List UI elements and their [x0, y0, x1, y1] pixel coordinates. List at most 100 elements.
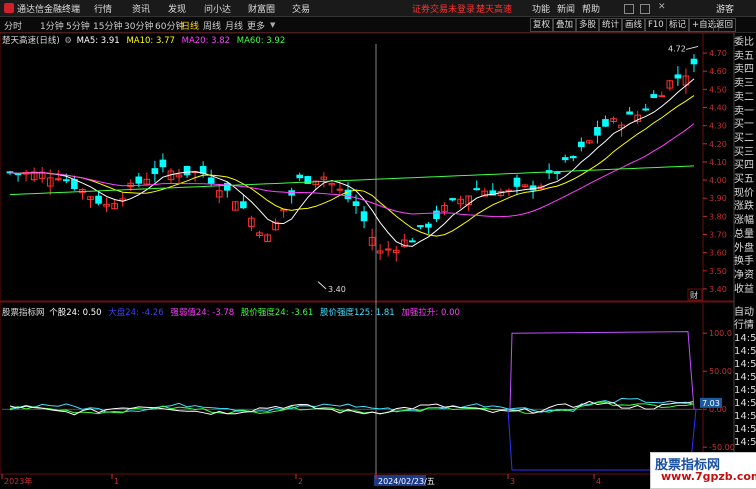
sidebar-label: 买三	[734, 146, 754, 158]
sidebar-label: 买四	[734, 160, 754, 172]
candle-body	[561, 157, 569, 161]
candle-body	[569, 155, 577, 159]
indicator-stock24: 个股24: 0.50	[49, 308, 102, 318]
candle-body	[674, 74, 682, 79]
tick-time: 14:5	[734, 372, 756, 383]
y-tick-label: 4.30	[709, 122, 727, 131]
watermark-url: www.7gpzb.com	[661, 470, 756, 483]
indicator-panel-border	[0, 301, 735, 475]
candle-body	[425, 223, 432, 228]
sidebar-label: 买二	[734, 132, 754, 144]
candle-body	[159, 159, 167, 168]
y-tick-label: 4.20	[709, 140, 727, 149]
x-axis-label: 2023年	[4, 476, 32, 486]
indicator-pricestrength24: 股价强度24: -3.61	[240, 308, 314, 318]
corner-label: 财	[690, 290, 698, 300]
tick-time: 14:5	[734, 437, 756, 448]
indicator-legend: 股票指标网 个股24: 0.50 大盘24: -4.26 强弱值24: -3.7…	[2, 306, 460, 318]
value-badge: 7.03	[702, 399, 720, 408]
kline-chart[interactable]: 4.70 4.60 4.50 4.40 4.30 4.20 4.10 4.00 3.90 3.80…	[0, 0, 756, 487]
candle-body	[336, 188, 344, 191]
y-tick-label: 4.00	[709, 176, 727, 185]
y-tick-label: 3.90	[709, 194, 727, 203]
y-tick-label: 3.50	[709, 267, 727, 276]
x-axis-label: 2	[298, 477, 303, 486]
sidebar-label: 卖一	[734, 105, 754, 117]
candle-body	[296, 174, 304, 179]
sidebar-label: 收益	[734, 283, 754, 295]
indicator-strength24: 强弱值24: -3.78	[170, 308, 235, 318]
candle-body	[602, 119, 609, 127]
tick-time: 14:5	[734, 411, 756, 422]
sidebar-label: 总量	[734, 228, 754, 240]
x-axis-label: 1	[114, 477, 119, 486]
candle-body	[207, 177, 215, 184]
candle-body	[417, 225, 424, 228]
y-tick-label: 4.50	[709, 85, 727, 94]
tick-time: 14:5	[734, 424, 756, 435]
indicator-market24: 大盘24: -4.26	[108, 308, 164, 318]
y-tick-label: 4.60	[709, 67, 727, 76]
candle-body	[650, 94, 658, 98]
candle-body	[352, 201, 360, 206]
sidebar-label: 现价	[734, 187, 754, 199]
candle-body	[409, 240, 416, 243]
candle-body	[199, 166, 207, 174]
candle-body	[473, 188, 481, 191]
candle-body	[360, 211, 368, 222]
sidebar-label: 卖四	[734, 64, 754, 76]
indicator-tick-label: 50.00	[709, 367, 732, 376]
indicator-name: 股票指标网	[2, 308, 45, 318]
sidebar-label: 涨跌	[734, 201, 754, 213]
candle-body	[135, 176, 143, 184]
sidebar-label: 卖二	[734, 91, 754, 103]
candle-body	[642, 108, 650, 111]
tick-sidebar: 自动 行情 14:5 14:5 14:5 14:5 14:5 14:5 14:5 14:5 14:5	[734, 306, 756, 449]
tick-time: 自动	[734, 307, 754, 318]
ma-line-10	[9, 95, 695, 237]
x-axis-label: 3	[510, 477, 515, 486]
indicator-line	[9, 397, 695, 413]
candle-body	[183, 165, 191, 176]
sidebar-label: 卖三	[734, 78, 754, 90]
boost-line	[509, 331, 695, 410]
y-tick-label: 4.40	[709, 104, 727, 113]
sidebar-label: 买五	[734, 174, 754, 186]
sidebar-label: 净资	[734, 269, 754, 281]
ma-line-60	[10, 165, 694, 196]
candle-body	[240, 201, 247, 209]
indicator-tick-label: 100.0	[709, 329, 732, 338]
high-price-arrow	[685, 45, 699, 50]
low-price-arrow	[317, 281, 327, 290]
sidebar-label: 买一	[734, 119, 754, 131]
sidebar-label: 外盘	[734, 242, 754, 254]
watermark: 股票指标网 www.7gpzb.com	[650, 452, 756, 489]
x-axis-label: 2024/02/23/五	[378, 477, 435, 486]
candle-body	[658, 95, 666, 98]
ma-line-5	[9, 78, 695, 247]
candle-body	[449, 198, 456, 201]
tick-time: 14:5	[734, 398, 756, 409]
sidebar-label: 委比	[734, 37, 754, 48]
x-axis-label: 4	[596, 477, 601, 486]
y-tick-label: 3.40	[709, 285, 727, 294]
high-price-label: 4.72	[668, 44, 686, 53]
candle-body	[690, 58, 698, 65]
y-tick-label: 4.10	[709, 158, 727, 167]
candle-body	[151, 168, 159, 174]
candle-body	[578, 141, 585, 148]
sidebar-label: 卖五	[734, 50, 754, 62]
y-tick-label: 4.70	[709, 49, 727, 58]
candle-body	[71, 179, 78, 189]
y-tick-label: 3.60	[709, 249, 727, 258]
indicator-boost: 加强拉升: 0.00	[401, 308, 460, 318]
tick-time: 14:5	[734, 333, 756, 344]
y-tick-label: 3.80	[709, 212, 727, 221]
sidebar-label: 换手	[734, 256, 754, 268]
candle-body	[95, 195, 102, 204]
candle-body	[63, 179, 70, 182]
tick-time: 行情	[734, 320, 754, 331]
tick-time: 14:5	[734, 346, 756, 357]
candle-body	[626, 111, 633, 115]
candle-body	[433, 210, 440, 219]
